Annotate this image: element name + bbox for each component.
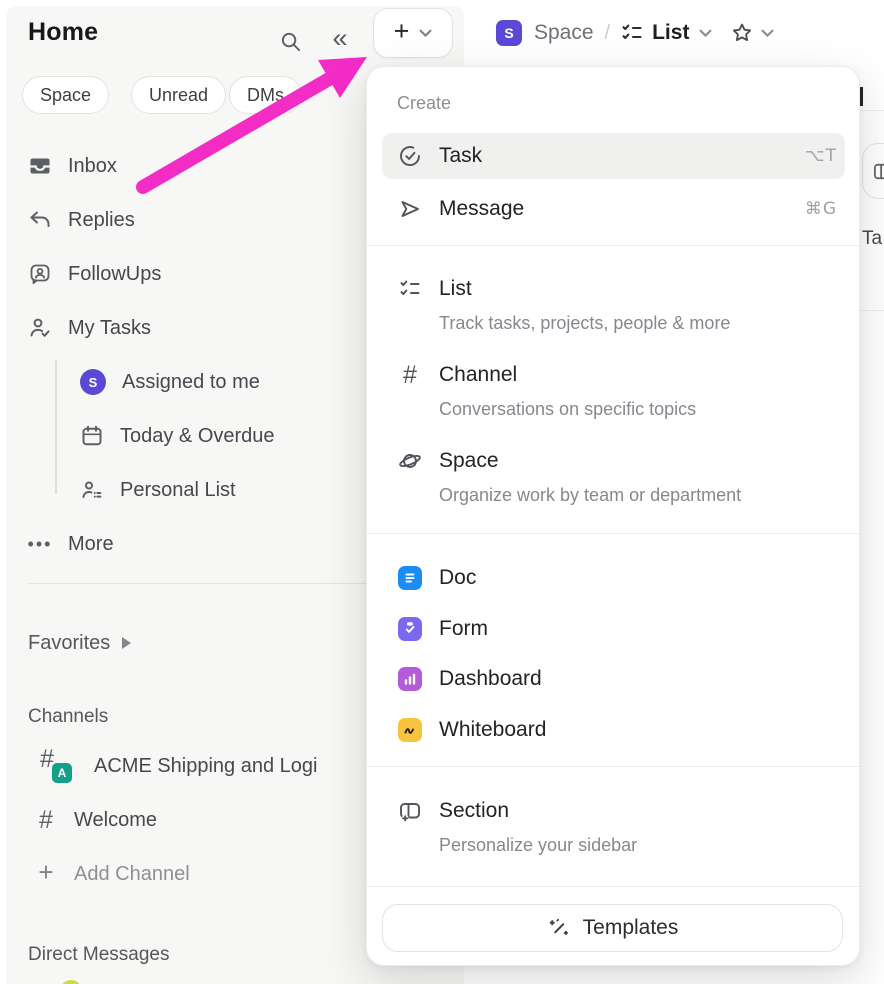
menu-item-whiteboard[interactable]: Whiteboard — [398, 710, 837, 750]
breadcrumb-space[interactable]: Space — [534, 21, 594, 45]
chevron-down-icon[interactable] — [699, 29, 712, 38]
breadcrumb-list[interactable]: List — [652, 21, 689, 45]
occluded-text-fragment — [860, 87, 863, 106]
menu-item-section[interactable]: Section Personalize your sidebar — [398, 797, 837, 857]
board-icon — [872, 160, 884, 183]
menu-item-dashboard[interactable]: Dashboard — [398, 659, 837, 699]
more-icon: ••• — [28, 532, 52, 556]
menu-divider — [367, 886, 859, 887]
sidebar-item-channel-welcome[interactable]: # Welcome — [34, 800, 157, 840]
section-icon — [398, 797, 422, 825]
add-channel-button[interactable]: + Add Channel — [34, 854, 190, 894]
sidebar-item-more[interactable]: ••• More — [28, 524, 114, 564]
search-button[interactable] — [272, 23, 308, 59]
sidebar-favorites-toggle[interactable]: Favorites — [28, 626, 131, 660]
breadcrumb-separator: / — [605, 22, 611, 45]
avatar: S — [80, 369, 106, 395]
chevron-down-icon[interactable] — [761, 29, 774, 38]
dm-avatar — [60, 980, 82, 984]
inbox-icon — [28, 154, 52, 178]
my-tasks-icon — [28, 316, 52, 340]
plus-icon: + — [394, 18, 410, 45]
task-icon — [398, 144, 422, 168]
channel-icon-with-badge: # A — [34, 743, 78, 789]
menu-item-message[interactable]: Message ⌘G — [398, 186, 837, 232]
whiteboard-icon — [398, 718, 422, 742]
list-icon — [620, 21, 644, 45]
sidebar-item-my-tasks[interactable]: My Tasks — [28, 308, 151, 348]
content-divider — [860, 310, 884, 311]
channels-section-label: Channels — [28, 706, 108, 728]
create-button[interactable]: + — [373, 8, 453, 58]
filter-chip-space[interactable]: Space — [22, 76, 109, 114]
templates-icon — [547, 916, 571, 940]
star-icon[interactable] — [730, 21, 754, 45]
form-icon — [398, 617, 422, 641]
sidebar-item-personal-list[interactable]: Personal List — [80, 470, 236, 510]
breadcrumb: S Space / List — [496, 18, 774, 48]
menu-section-label: Create — [397, 93, 451, 114]
app-window: S Space / List Ta — [0, 0, 884, 984]
menu-divider — [367, 245, 859, 246]
sidebar-item-followups[interactable]: FollowUps — [28, 254, 161, 294]
tree-indent-line — [55, 360, 57, 494]
sidebar-item-inbox[interactable]: Inbox — [28, 146, 117, 186]
partial-tab-label[interactable]: Ta — [862, 228, 882, 250]
menu-item-list[interactable]: List Track tasks, projects, people & mor… — [398, 275, 837, 335]
plus-icon: + — [34, 862, 58, 886]
chevron-down-icon — [419, 29, 432, 38]
menu-item-channel[interactable]: # Channel Conversations on specific topi… — [398, 361, 837, 421]
hash-icon: # — [34, 808, 58, 832]
shortcut-label: ⌘G — [805, 199, 837, 219]
view-options-button[interactable] — [862, 143, 884, 199]
sidebar-item-channel-acme[interactable]: # A ACME Shipping and Logi — [34, 746, 317, 786]
sidebar-item-replies[interactable]: Replies — [28, 200, 135, 240]
space-icon — [398, 447, 422, 475]
sidebar-title: Home — [28, 18, 98, 47]
direct-messages-section-label: Direct Messages — [28, 944, 170, 966]
followups-icon — [28, 262, 52, 286]
menu-divider — [367, 533, 859, 534]
menu-item-task[interactable]: Task ⌥T — [398, 133, 837, 179]
dashboard-icon — [398, 667, 422, 691]
sidebar-item-assigned-to-me[interactable]: S Assigned to me — [80, 362, 260, 402]
collapse-icon: « — [332, 23, 347, 54]
channel-icon: # — [398, 361, 422, 389]
replies-icon — [28, 208, 52, 232]
menu-item-space[interactable]: Space Organize work by team or departmen… — [398, 447, 837, 507]
filter-chip-dms[interactable]: DMs — [229, 76, 302, 114]
expand-icon — [122, 637, 131, 649]
filter-chip-unread[interactable]: Unread — [131, 76, 226, 114]
create-dropdown-menu: Create Task ⌥T Message ⌘G List Track tas… — [366, 66, 860, 966]
shortcut-label: ⌥T — [805, 146, 837, 166]
space-badge[interactable]: S — [496, 20, 522, 46]
doc-icon — [398, 566, 422, 590]
menu-divider — [367, 766, 859, 767]
message-icon — [398, 197, 422, 221]
menu-item-form[interactable]: Form — [398, 609, 837, 649]
list-icon — [398, 275, 422, 303]
channel-avatar-badge: A — [50, 761, 74, 785]
collapse-sidebar-button[interactable]: « — [322, 23, 358, 59]
personal-list-icon — [80, 478, 104, 502]
calendar-icon — [80, 424, 104, 448]
sidebar-item-today-overdue[interactable]: Today & Overdue — [80, 416, 275, 456]
search-icon — [279, 30, 302, 53]
templates-button[interactable]: Templates — [382, 904, 843, 952]
menu-item-doc[interactable]: Doc — [398, 558, 837, 598]
